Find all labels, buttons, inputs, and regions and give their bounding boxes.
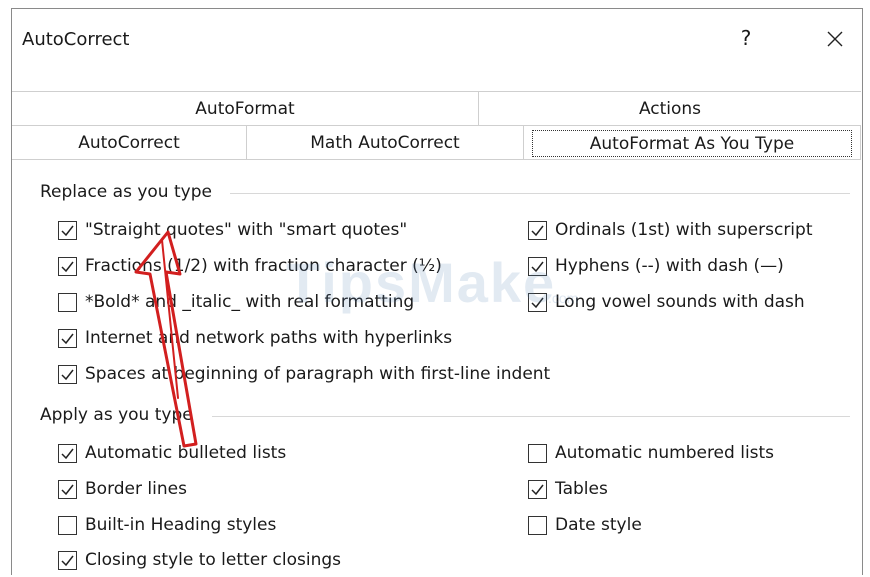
option-label: *Bold* and _italic_ with real formatting [85,292,415,312]
option-label: Long vowel sounds with dash [555,292,805,312]
option-straight-quotes[interactable]: "Straight quotes" with "smart quotes" [58,218,407,242]
checkbox[interactable] [58,328,77,348]
checkbox[interactable] [528,220,547,240]
checkmark-icon [531,484,544,495]
checkbox[interactable] [528,256,547,276]
replace-section-label: Replace as you type [40,182,212,202]
title-bar: AutoCorrect ? [12,9,862,69]
option-label: Internet and network paths with hyperlin… [85,328,453,348]
option-label: Ordinals (1st) with superscript [555,220,813,240]
option-label: Fractions (1/2) with fraction character … [85,256,442,276]
checkmark-icon [61,484,74,495]
checkbox[interactable] [528,443,547,463]
option-label: Tables [555,479,608,499]
option-label: Spaces at beginning of paragraph with fi… [85,364,551,384]
option-hyperlinks[interactable]: Internet and network paths with hyperlin… [58,326,452,350]
checkmark-icon [61,448,74,459]
checkbox[interactable] [58,479,77,499]
tab-autoformat-as-you-type-label: AutoFormat As You Type [532,130,852,157]
help-button[interactable]: ? [734,23,758,53]
checkbox[interactable] [528,292,547,312]
option-border-lines[interactable]: Border lines [58,477,187,501]
checkbox[interactable] [58,515,77,535]
option-label: Automatic numbered lists [555,443,775,463]
tab-autoformat-as-you-type[interactable]: AutoFormat As You Type [523,126,861,160]
checkbox[interactable] [528,515,547,535]
watermark-suffix: .com [548,290,579,306]
close-button[interactable] [820,23,850,53]
option-bulleted-lists[interactable]: Automatic bulleted lists [58,441,286,465]
checkbox[interactable] [58,220,77,240]
checkbox[interactable] [528,479,547,499]
option-heading-styles[interactable]: Built-in Heading styles [58,513,276,537]
option-bold-italic[interactable]: *Bold* and _italic_ with real formatting [58,290,414,314]
checkmark-icon [61,555,74,566]
checkmark-icon [61,225,74,236]
checkmark-icon [531,261,544,272]
option-label: Hyphens (--) with dash (—) [555,256,784,276]
option-label: "Straight quotes" with "smart quotes" [85,220,408,240]
option-label: Built-in Heading styles [85,515,277,535]
checkmark-icon [531,225,544,236]
option-date-style[interactable]: Date style [528,513,642,537]
replace-section-divider [230,193,850,194]
autocorrect-dialog: AutoCorrect ? AutoFormat Actions AutoCor… [11,8,863,577]
option-label: Closing style to letter closings [85,550,342,570]
checkmark-icon [61,333,74,344]
apply-section-label: Apply as you type [40,405,193,425]
option-label: Automatic bulleted lists [85,443,287,463]
option-label: Date style [555,515,642,535]
option-fractions[interactable]: Fractions (1/2) with fraction character … [58,254,442,278]
tab-row-bottom: AutoCorrect Math AutoCorrect AutoFormat … [12,125,861,160]
apply-section-divider [212,416,850,417]
checkbox[interactable] [58,256,77,276]
option-ordinals[interactable]: Ordinals (1st) with superscript [528,218,812,242]
tab-row-top: AutoFormat Actions [12,91,861,126]
option-letter-closings[interactable]: Closing style to letter closings [58,548,341,572]
close-icon [827,31,843,46]
option-first-line-indent[interactable]: Spaces at beginning of paragraph with fi… [58,362,550,386]
option-label: Border lines [85,479,187,499]
checkbox[interactable] [58,443,77,463]
tab-actions[interactable]: Actions [478,92,861,126]
option-numbered-lists[interactable]: Automatic numbered lists [528,441,774,465]
checkmark-icon [61,369,74,380]
checkbox[interactable] [58,292,77,312]
checkmark-icon [61,261,74,272]
tab-math-autocorrect[interactable]: Math AutoCorrect [246,126,523,160]
option-hyphens[interactable]: Hyphens (--) with dash (—) [528,254,784,278]
checkmark-icon [531,297,544,308]
option-tables[interactable]: Tables [528,477,608,501]
tab-autoformat[interactable]: AutoFormat [12,92,478,126]
tab-content-panel: Replace as you type "Straight quotes" wi… [12,159,861,577]
checkbox[interactable] [58,550,77,570]
checkbox[interactable] [58,364,77,384]
tab-autocorrect[interactable]: AutoCorrect [12,126,246,160]
dialog-title: AutoCorrect [22,29,130,50]
